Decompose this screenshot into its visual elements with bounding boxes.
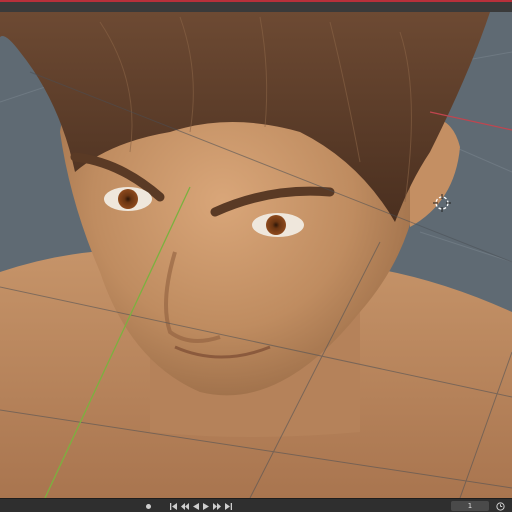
header-bar: [0, 0, 512, 12]
keyframe-dot-icon[interactable]: [143, 501, 153, 511]
play-icon[interactable]: [201, 500, 211, 512]
right-eye-iris: [266, 215, 286, 235]
play-reverse-icon[interactable]: [190, 500, 200, 512]
3d-editor-window: 1: [0, 0, 512, 512]
left-eye-iris: [118, 189, 138, 209]
3d-viewport[interactable]: [0, 12, 512, 498]
current-frame-field[interactable]: 1: [451, 501, 489, 511]
jump-to-next-keyframe-icon[interactable]: [212, 500, 222, 512]
jump-to-previous-keyframe-icon[interactable]: [179, 500, 189, 512]
playback-controls: [168, 500, 233, 512]
clock-icon[interactable]: [495, 501, 505, 511]
jump-to-end-icon[interactable]: [223, 500, 233, 512]
timeline-bar: 1: [0, 498, 512, 512]
jump-to-start-icon[interactable]: [168, 500, 178, 512]
